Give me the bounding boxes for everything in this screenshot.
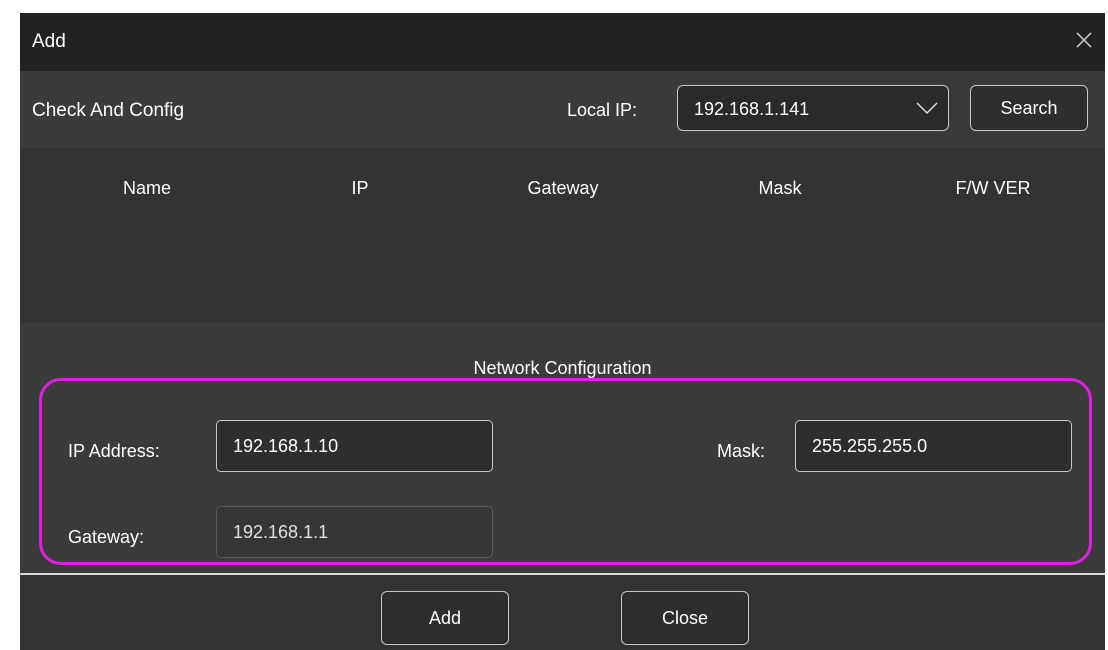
network-configuration-title: Network Configuration: [473, 358, 652, 378]
column-header-gateway[interactable]: Gateway: [527, 178, 598, 199]
chevron-down-icon: [916, 102, 938, 115]
column-header-ip[interactable]: IP: [351, 178, 368, 199]
gateway-label: Gateway:: [68, 527, 145, 547]
add-button[interactable]: Add: [381, 591, 509, 645]
ip-address-input[interactable]: 192.168.1.10: [216, 420, 493, 472]
gateway-input[interactable]: 192.168.1.1: [216, 506, 493, 558]
column-header-name[interactable]: Name: [123, 178, 171, 199]
dialog-title: Add: [32, 31, 66, 52]
section-label: Check And Config: [32, 100, 185, 121]
column-header-mask[interactable]: Mask: [758, 178, 801, 199]
close-icon[interactable]: [1069, 25, 1099, 55]
local-ip-select[interactable]: 192.168.1.141: [677, 85, 949, 131]
network-configuration-panel: Network Configuration IP Address: 192.16…: [20, 323, 1105, 573]
dialog-footer: Add Close: [20, 575, 1105, 650]
local-ip-value: 192.168.1.141: [694, 99, 810, 119]
device-table: Name IP Gateway Mask F/W VER: [20, 148, 1105, 323]
add-dialog: Add Check And Config Local IP: 192.168.1…: [20, 13, 1105, 650]
search-button[interactable]: Search: [970, 85, 1088, 131]
local-ip-label: Local IP:: [567, 100, 638, 120]
close-button[interactable]: Close: [621, 591, 749, 645]
mask-label: Mask:: [717, 441, 766, 461]
ip-address-label: IP Address:: [68, 441, 160, 461]
check-config-toolbar: Check And Config Local IP: 192.168.1.141…: [20, 71, 1105, 148]
column-header-fw-ver[interactable]: F/W VER: [956, 178, 1031, 199]
mask-input[interactable]: 255.255.255.0: [795, 420, 1072, 472]
title-bar: Add: [20, 13, 1105, 71]
